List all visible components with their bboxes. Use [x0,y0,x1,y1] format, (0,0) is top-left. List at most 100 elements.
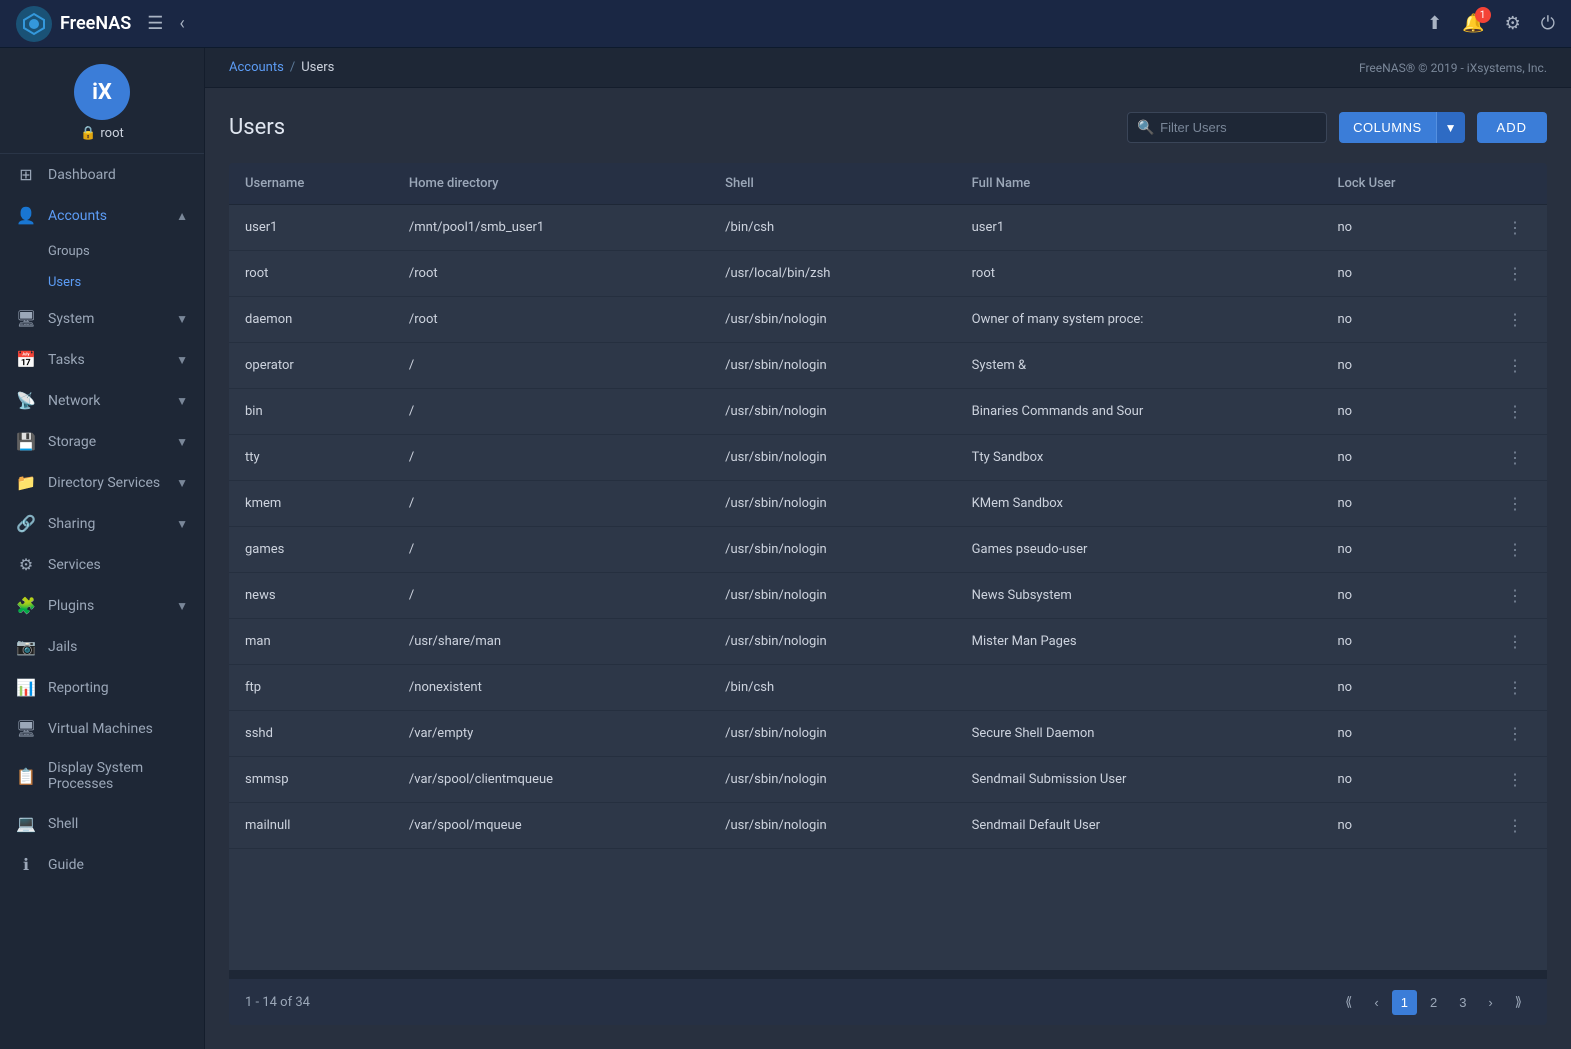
sidebar-item-shell[interactable]: 💻 Shell [0,803,204,844]
cell-username: sshd [229,711,393,757]
sidebar-item-sharing[interactable]: 🔗 Sharing ▼ [0,503,204,544]
sidebar-item-plugins[interactable]: 🧩 Plugins ▼ [0,585,204,626]
sidebar-item-label: Reporting [48,680,188,696]
cell-full-name: KMem Sandbox [956,481,1322,527]
cell-actions: ⋮ [1483,665,1547,711]
cell-shell: /usr/sbin/nologin [709,481,956,527]
table-row: news / /usr/sbin/nologin News Subsystem … [229,573,1547,619]
sidebar-item-dashboard[interactable]: ⊞ Dashboard [0,154,204,195]
table-row: tty / /usr/sbin/nologin Tty Sandbox no ⋮ [229,435,1547,481]
row-actions-menu[interactable]: ⋮ [1499,536,1531,563]
cell-actions: ⋮ [1483,803,1547,849]
back-icon[interactable]: ‹ [179,13,184,34]
cell-lock-user: no [1321,757,1483,803]
sidebar-item-directory-services[interactable]: 📁 Directory Services ▼ [0,462,204,503]
cell-username: root [229,251,393,297]
topbar-left: FreeNAS ☰ ‹ [16,6,185,42]
row-actions-menu[interactable]: ⋮ [1499,674,1531,701]
row-actions-menu[interactable]: ⋮ [1499,582,1531,609]
cell-shell: /usr/sbin/nologin [709,573,956,619]
accounts-submenu: Groups Users [0,236,204,298]
pagination-prev[interactable]: ‹ [1365,990,1387,1015]
sidebar-item-system[interactable]: 🖥 System ▼ [0,298,204,339]
directory-services-icon: 📁 [16,473,36,492]
cell-home-directory: /var/spool/clientmqueue [393,757,709,803]
table-header: Username Home directory Shell Full Name … [229,163,1547,205]
cell-home-directory: /var/empty [393,711,709,757]
cell-actions: ⋮ [1483,205,1547,251]
sidebar-item-accounts[interactable]: 👤 Accounts ▲ [0,195,204,236]
sidebar-item-label: Guide [48,857,188,873]
pagination-first[interactable]: ⟪ [1336,989,1361,1015]
add-button[interactable]: ADD [1477,112,1547,143]
pagination-page-2[interactable]: 2 [1421,990,1446,1015]
cell-home-directory: /root [393,251,709,297]
table-row: games / /usr/sbin/nologin Games pseudo-u… [229,527,1547,573]
sidebar-item-network[interactable]: 📡 Network ▼ [0,380,204,421]
cell-shell: /usr/sbin/nologin [709,297,956,343]
cell-actions: ⋮ [1483,711,1547,757]
pagination-next[interactable]: › [1479,990,1501,1015]
menu-icon[interactable]: ☰ [147,13,163,34]
sharing-icon: 🔗 [16,514,36,533]
row-actions-menu[interactable]: ⋮ [1499,352,1531,379]
display-system-icon: 📋 [16,767,36,786]
cell-username: bin [229,389,393,435]
row-actions-menu[interactable]: ⋮ [1499,444,1531,471]
cell-full-name: News Subsystem [956,573,1322,619]
sidebar-item-tasks[interactable]: 📅 Tasks ▼ [0,339,204,380]
columns-button[interactable]: COLUMNS [1339,112,1436,143]
sidebar-item-display-system-processes[interactable]: 📋 Display System Processes [0,749,204,803]
tasks-icon: 📅 [16,350,36,369]
cell-username: operator [229,343,393,389]
cell-shell: /usr/sbin/nologin [709,619,956,665]
breadcrumb-path: Accounts / Users [229,60,334,75]
services-icon: ⚙ [16,555,36,574]
sidebar-item-jails[interactable]: 📷 Jails [0,626,204,667]
cell-username: man [229,619,393,665]
table-body: user1 /mnt/pool1/smb_user1 /bin/csh user… [229,205,1547,849]
cell-full-name: root [956,251,1322,297]
sidebar-item-groups[interactable]: Groups [48,236,204,267]
pagination-page-1[interactable]: 1 [1392,990,1417,1015]
columns-dropdown-arrow[interactable]: ▼ [1436,112,1465,143]
power-icon[interactable]: ⏻ [1541,13,1555,34]
upload-icon[interactable]: ⬆ [1427,13,1442,34]
col-actions [1483,163,1547,205]
sidebar-item-virtual-machines[interactable]: 🖥 Virtual Machines [0,708,204,749]
pagination-last[interactable]: ⟫ [1506,989,1531,1015]
col-lock-user: Lock User [1321,163,1483,205]
chevron-up-icon: ▲ [176,209,188,223]
chevron-down-icon: ▼ [176,476,188,490]
breadcrumb-current: Users [301,60,334,75]
cell-username: daemon [229,297,393,343]
breadcrumb-parent[interactable]: Accounts [229,60,284,75]
row-actions-menu[interactable]: ⋮ [1499,490,1531,517]
row-actions-menu[interactable]: ⋮ [1499,260,1531,287]
sidebar-item-label: Sharing [48,516,164,532]
sidebar-item-storage[interactable]: 💾 Storage ▼ [0,421,204,462]
cell-shell: /bin/csh [709,205,956,251]
sidebar-item-label: Network [48,393,164,409]
filter-input[interactable] [1127,112,1327,143]
sidebar-item-services[interactable]: ⚙ Services [0,544,204,585]
sidebar-item-users[interactable]: Users [48,267,204,298]
row-actions-menu[interactable]: ⋮ [1499,628,1531,655]
settings-icon[interactable]: ⚙ [1505,13,1521,34]
row-actions-menu[interactable]: ⋮ [1499,812,1531,839]
row-actions-menu[interactable]: ⋮ [1499,398,1531,425]
sidebar-item-reporting[interactable]: 📊 Reporting [0,667,204,708]
cell-lock-user: no [1321,803,1483,849]
cell-shell: /usr/sbin/nologin [709,757,956,803]
pagination-page-3[interactable]: 3 [1450,990,1475,1015]
row-actions-menu[interactable]: ⋮ [1499,306,1531,333]
row-actions-menu[interactable]: ⋮ [1499,766,1531,793]
users-table: Username Home directory Shell Full Name … [229,163,1547,1025]
cell-full-name: user1 [956,205,1322,251]
row-actions-menu[interactable]: ⋮ [1499,720,1531,747]
row-actions-menu[interactable]: ⋮ [1499,214,1531,241]
sidebar-item-guide[interactable]: ℹ Guide [0,844,204,885]
cell-actions: ⋮ [1483,389,1547,435]
table-scroll[interactable]: Username Home directory Shell Full Name … [229,163,1547,970]
horizontal-scrollbar[interactable] [229,970,1547,978]
